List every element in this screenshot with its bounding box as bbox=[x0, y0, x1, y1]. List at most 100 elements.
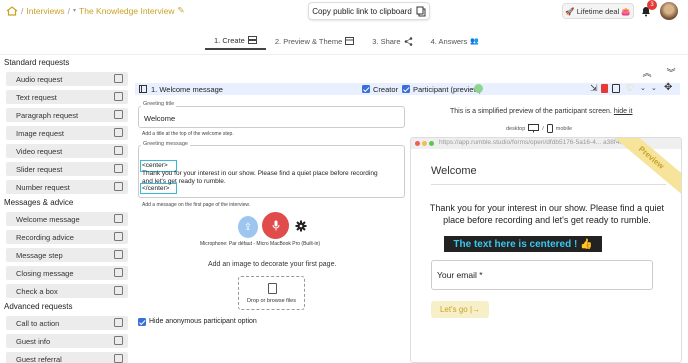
upload-button[interactable]: ⇪ bbox=[238, 216, 258, 238]
hide-preview-link[interactable]: hide it bbox=[614, 108, 633, 115]
participant-preview: https://app.rumble.studio/forms/open/dfd… bbox=[410, 137, 682, 363]
paragraph-icon bbox=[114, 110, 123, 119]
microphone-label: Microphone: Par défaut - Micro MacBook P… bbox=[200, 241, 321, 247]
greeting-title-value: Welcome bbox=[144, 114, 176, 123]
sidebar-item-label: Paragraph request bbox=[16, 110, 79, 120]
step-title: 1. Welcome message bbox=[151, 84, 223, 94]
sidebar-item-check-a-box[interactable]: Check a box bbox=[6, 284, 128, 298]
sidebar-item-paragraph-request[interactable]: Paragraph request bbox=[6, 108, 128, 122]
tab-create-label: 1. Create bbox=[214, 35, 245, 45]
notification-badge: 3 bbox=[647, 0, 657, 10]
lifetime-deal-label: Lifetime deal bbox=[576, 6, 620, 16]
sidebar-item-closing-message[interactable]: Closing message bbox=[6, 266, 128, 280]
preview-go-button[interactable]: Let's go |→ bbox=[431, 301, 489, 318]
desktop-label[interactable]: desktop bbox=[506, 126, 525, 132]
microphone-icon bbox=[272, 220, 279, 231]
sidebar-item-guest-info[interactable]: Guest info bbox=[6, 334, 128, 348]
chevrons-down-icon[interactable]: ︾ bbox=[664, 66, 678, 78]
sidebar-item-recording-advice[interactable]: Recording advice bbox=[6, 230, 128, 244]
sidebar-item-message-step[interactable]: Message step bbox=[6, 248, 128, 262]
preview-url: https://app.rumble.studio/forms/open/dfd… bbox=[439, 139, 632, 146]
image-instruction: Add an image to decorate your first page… bbox=[208, 261, 337, 268]
closing-icon bbox=[114, 268, 123, 277]
code-line: <center> bbox=[142, 162, 168, 169]
pointer-icon bbox=[114, 318, 123, 327]
preview-note: This is a simplified preview of the part… bbox=[450, 108, 633, 115]
heart-icon[interactable]: ♡ bbox=[626, 83, 634, 94]
text-icon bbox=[114, 92, 123, 101]
step-header[interactable]: 1. Welcome message Creator Participant (… bbox=[135, 82, 680, 95]
checkbox-icon bbox=[114, 286, 123, 295]
tab-create[interactable]: 1. Create bbox=[205, 32, 266, 50]
sidebar-item-guest-referral[interactable]: Guest referral bbox=[6, 352, 128, 363]
preview-note-text: This is a simplified preview of the part… bbox=[450, 108, 612, 115]
tab-preview-label: 2. Preview & Theme bbox=[274, 36, 343, 46]
copy-link-button[interactable]: Copy public link to clipboard bbox=[308, 2, 430, 20]
file-dropzone[interactable]: Drop or browse files bbox=[238, 276, 305, 310]
sidebar-item-slider-request[interactable]: Slider request bbox=[6, 162, 128, 176]
sidebar-item-label: Closing message bbox=[16, 268, 74, 278]
chevron-down-icon[interactable]: ▾ bbox=[73, 7, 76, 14]
lifetime-deal-button[interactable]: 🚀 Lifetime deal 👛 bbox=[562, 3, 634, 19]
participant-checkbox[interactable] bbox=[402, 85, 410, 93]
sidebar-item-audio-request[interactable]: Audio request bbox=[6, 72, 128, 86]
slider-icon bbox=[114, 164, 123, 173]
delete-icon[interactable] bbox=[601, 84, 608, 93]
sidebar-item-label: Audio request bbox=[16, 74, 63, 84]
record-button[interactable] bbox=[262, 212, 289, 239]
tab-answers[interactable]: 4. Answers 👥 bbox=[422, 32, 488, 50]
pencil-icon[interactable]: ✎ bbox=[177, 5, 184, 16]
creator-checkbox[interactable] bbox=[362, 85, 370, 93]
close-dot bbox=[415, 141, 420, 146]
interview-title[interactable]: The Knowledge Interview bbox=[79, 6, 174, 16]
mobile-label[interactable]: mobile bbox=[556, 126, 572, 132]
sidebar-section-standard: Standard requests bbox=[4, 58, 70, 67]
home-icon[interactable] bbox=[6, 5, 18, 16]
sidebar-item-text-request[interactable]: Text request bbox=[6, 90, 128, 104]
sidebar-item-call-to-action[interactable]: Call to action bbox=[6, 316, 128, 330]
device-toggle: desktop / mobile bbox=[506, 124, 572, 133]
sidebar-item-label: Message step bbox=[16, 250, 63, 260]
sidebar-section-advanced: Advanced requests bbox=[4, 302, 73, 311]
chevron-down-icon[interactable]: ⌄ bbox=[640, 84, 646, 92]
sidebar-item-label: Recording advice bbox=[16, 232, 74, 242]
sidebar-item-image-request[interactable]: Image request bbox=[6, 126, 128, 140]
gear-icon[interactable] bbox=[295, 220, 307, 232]
layout-icon bbox=[247, 36, 257, 44]
sidebar-section-messages: Messages & advice bbox=[4, 198, 74, 207]
breadcrumb-interviews[interactable]: Interviews bbox=[26, 6, 64, 16]
wallet-icon: 👛 bbox=[621, 6, 631, 16]
collapse-icon[interactable]: ⇲ bbox=[590, 83, 598, 94]
sidebar-item-video-request[interactable]: Video request bbox=[6, 144, 128, 158]
top-bar: / Interviews / ▾ The Knowledge Interview… bbox=[0, 0, 688, 24]
sidebar-item-label: Guest referral bbox=[16, 354, 62, 363]
number-icon bbox=[114, 182, 123, 191]
tab-preview-theme[interactable]: 2. Preview & Theme bbox=[266, 32, 363, 50]
greeting-title-field[interactable]: Welcome bbox=[138, 106, 405, 128]
creator-label: Creator bbox=[373, 85, 399, 94]
chevron-down-icon[interactable]: ⌄ bbox=[651, 84, 657, 92]
greeting-title-help: Add a title at the top of the welcome st… bbox=[142, 131, 234, 137]
theme-icon bbox=[345, 37, 355, 45]
dropzone-label: Drop or browse files bbox=[247, 298, 296, 304]
mobile-icon[interactable] bbox=[546, 124, 553, 133]
preview-message: Thank you for your interest in our show.… bbox=[429, 203, 665, 225]
greeting-message-label: Greeting message bbox=[141, 141, 190, 147]
sidebar-item-label: Text request bbox=[16, 92, 57, 102]
tab-share[interactable]: 3. Share bbox=[363, 32, 421, 50]
code-line: Thank you for your interest in our show.… bbox=[142, 170, 378, 177]
preview-highlight: The text here is centered ! 👍 bbox=[444, 236, 602, 252]
upload-icon: ⇪ bbox=[243, 221, 253, 233]
preview-email-field[interactable]: Your email * bbox=[431, 260, 653, 290]
referral-icon bbox=[114, 354, 123, 363]
duplicate-icon[interactable] bbox=[612, 84, 620, 93]
hide-anonymous-checkbox[interactable] bbox=[138, 318, 146, 326]
sidebar-item-number-request[interactable]: Number request bbox=[6, 180, 128, 194]
avatar[interactable] bbox=[660, 2, 678, 20]
chevrons-up-icon[interactable]: ︽ bbox=[640, 66, 654, 78]
desktop-icon[interactable] bbox=[528, 124, 540, 133]
sidebar-item-welcome-message[interactable]: Welcome message bbox=[6, 212, 128, 226]
sidebar-item-label: Guest info bbox=[16, 336, 51, 346]
message-icon bbox=[114, 250, 123, 259]
drag-handle-icon[interactable]: ✥ bbox=[664, 82, 672, 93]
